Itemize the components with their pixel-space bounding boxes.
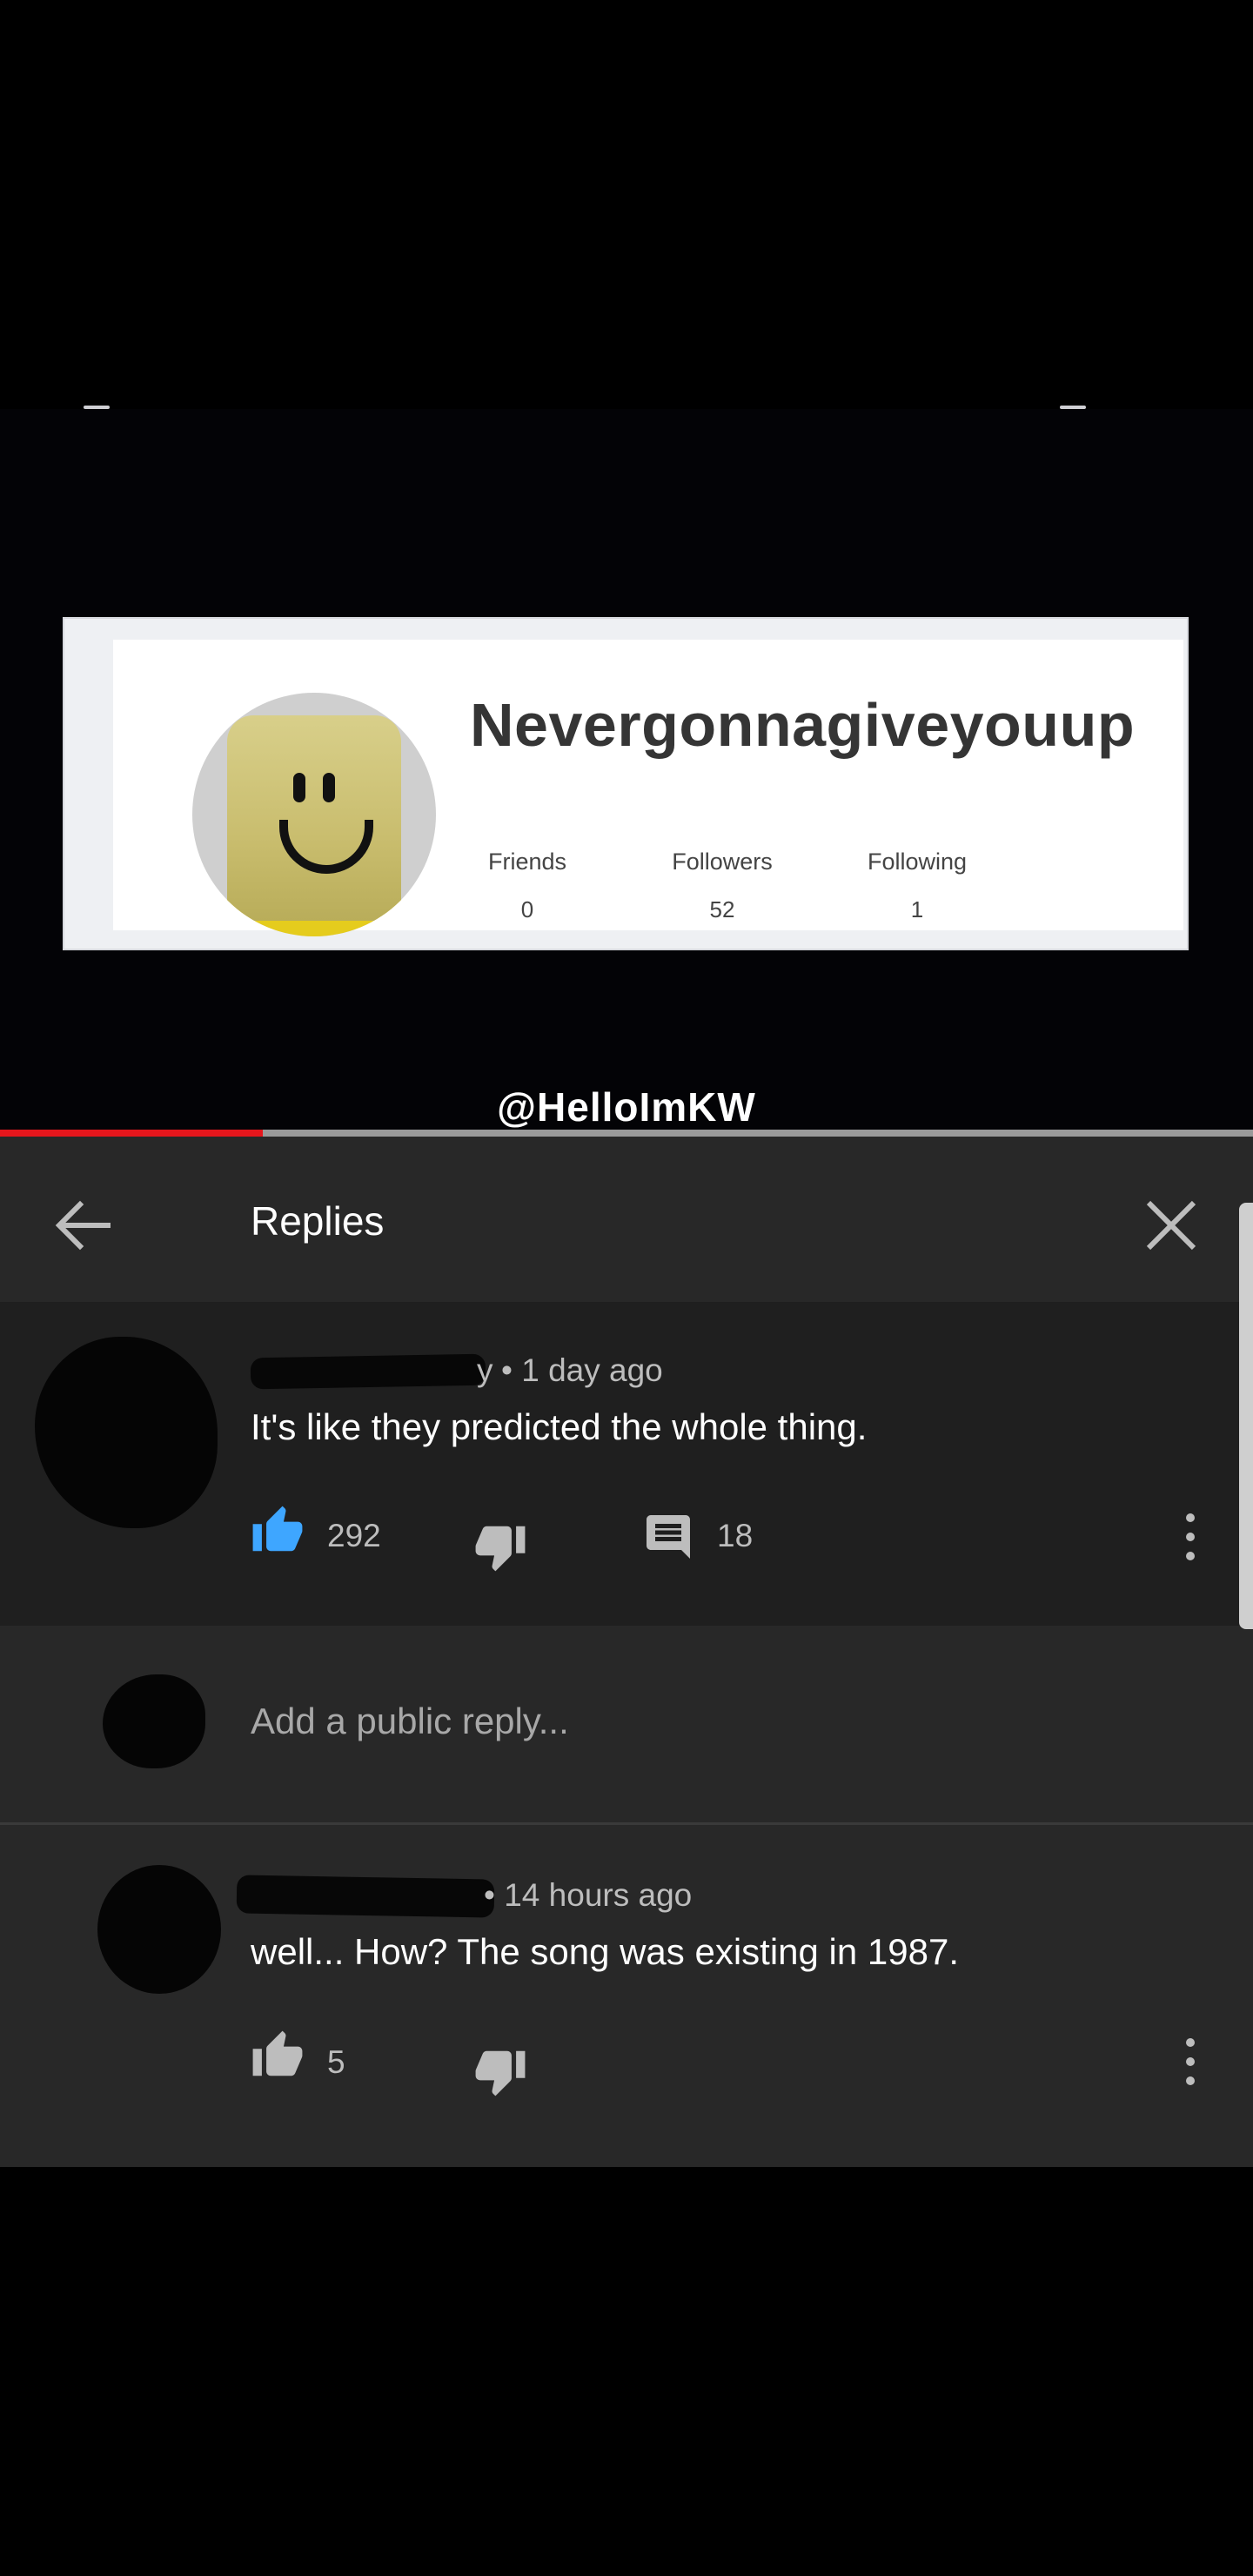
profile-avatar bbox=[192, 693, 436, 936]
profile-card-body: Nevergonnagiveyouup Friends 0 Followers … bbox=[113, 640, 1183, 936]
reply-count-button[interactable] bbox=[642, 1511, 694, 1567]
arrow-left-icon bbox=[55, 1200, 111, 1251]
thumbs-up-icon bbox=[252, 1506, 303, 1552]
reply-author-avatar[interactable] bbox=[97, 1865, 221, 1994]
video-player[interactable]: Nevergonnagiveyouup Friends 0 Followers … bbox=[0, 0, 1253, 1131]
close-button[interactable] bbox=[1136, 1191, 1206, 1260]
profile-card: Nevergonnagiveyouup Friends 0 Followers … bbox=[63, 617, 1189, 950]
reply-comment: • 14 hours ago well... How? The song was… bbox=[0, 1825, 1253, 2167]
replies-panel: Replies y • 1 day ago It's like they pre… bbox=[0, 1137, 1253, 2167]
redacted-username bbox=[250, 1353, 486, 1390]
thumbs-up-icon bbox=[252, 2030, 303, 2076]
profile-username: Nevergonnagiveyouup bbox=[470, 691, 1136, 759]
stat-followers: Followers 52 bbox=[635, 849, 809, 923]
thumbs-down-icon bbox=[475, 2050, 526, 2096]
dislike-button[interactable] bbox=[473, 1519, 527, 1578]
close-icon bbox=[1146, 1200, 1196, 1251]
stat-label: Following bbox=[867, 849, 968, 875]
panel-scrollbar[interactable] bbox=[1239, 1203, 1253, 1629]
stat-label: Followers bbox=[672, 849, 773, 875]
more-vert-icon bbox=[1186, 1513, 1195, 1560]
stat-label: Friends bbox=[487, 849, 567, 875]
more-vert-icon bbox=[1186, 2038, 1195, 2085]
current-user-avatar bbox=[103, 1674, 205, 1768]
add-reply-input[interactable]: Add a public reply... bbox=[251, 1701, 569, 1742]
comment-author-fragment: y bbox=[477, 1352, 493, 1388]
comment-text: It's like they predicted the whole thing… bbox=[251, 1406, 868, 1447]
reply-timestamp: • 14 hours ago bbox=[484, 1877, 693, 1913]
redacted-username bbox=[236, 1875, 495, 1918]
stat-friends: Friends 0 bbox=[440, 849, 614, 923]
back-button[interactable] bbox=[49, 1191, 118, 1260]
stat-value: 1 bbox=[910, 896, 924, 922]
stat-following: Following 1 bbox=[830, 849, 1004, 923]
reply-text: well... How? The song was existing in 19… bbox=[251, 1931, 959, 1972]
reply-count: 18 bbox=[717, 1518, 754, 1553]
reply-menu-button[interactable] bbox=[1173, 2034, 1208, 2094]
add-reply-row: Add a public reply... bbox=[0, 1626, 1253, 1825]
like-count: 5 bbox=[327, 2044, 345, 2080]
panel-title: Replies bbox=[251, 1198, 385, 1244]
avatar-smile bbox=[279, 820, 373, 874]
replies-header: Replies bbox=[0, 1137, 1253, 1302]
video-artifact bbox=[84, 406, 110, 409]
dislike-button[interactable] bbox=[473, 2044, 527, 2103]
stat-value: 0 bbox=[520, 896, 534, 922]
comment-menu-button[interactable] bbox=[1173, 1509, 1208, 1569]
comment-timestamp: • 1 day ago bbox=[501, 1352, 663, 1388]
avatar-head bbox=[227, 715, 401, 921]
avatar-eye bbox=[323, 773, 335, 802]
video-progress-fill bbox=[0, 1130, 263, 1137]
like-count: 292 bbox=[327, 1518, 381, 1553]
commenter-avatar[interactable] bbox=[35, 1337, 218, 1528]
video-artifact bbox=[1060, 406, 1086, 409]
comment-icon bbox=[647, 1515, 690, 1559]
stat-value: 52 bbox=[709, 896, 735, 922]
video-watermark: @HelloImKW bbox=[497, 1084, 756, 1130]
like-button[interactable] bbox=[251, 2029, 305, 2087]
avatar-eye bbox=[293, 773, 305, 802]
thumbs-down-icon bbox=[475, 1526, 526, 1572]
like-button[interactable] bbox=[251, 1504, 305, 1562]
parent-comment: y • 1 day ago It's like they predicted t… bbox=[0, 1302, 1239, 1626]
